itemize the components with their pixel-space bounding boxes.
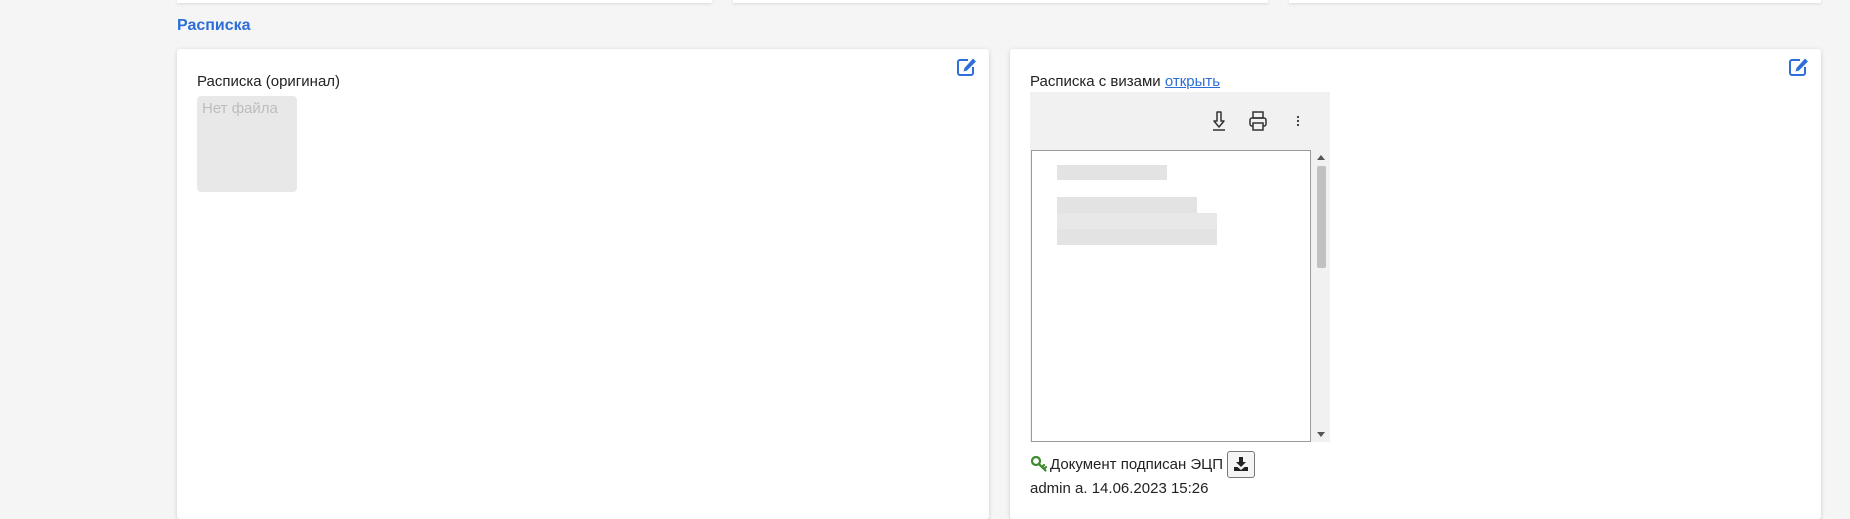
receipt-original-card: Расписка (оригинал) Нет файла (177, 49, 989, 519)
signature-download-button[interactable] (1227, 450, 1256, 478)
section-title: Расписка (177, 17, 251, 34)
print-icon[interactable] (1245, 108, 1271, 134)
receipt-visas-card: Расписка с визами открыть Документ подпи… (1010, 49, 1821, 519)
scroll-thumb[interactable] (1317, 166, 1326, 268)
edit-icon[interactable] (1788, 57, 1810, 77)
download-icon[interactable] (1206, 108, 1232, 134)
key-icon (1030, 455, 1048, 472)
signature-status: Документ подписан ЭЦП (1030, 449, 1256, 479)
viewer-scrollbar[interactable] (1313, 150, 1329, 442)
signer-name: admin a. (1030, 480, 1088, 497)
original-label: Расписка (оригинал) (197, 73, 341, 90)
scroll-down-arrow[interactable] (1317, 432, 1325, 437)
viewer-toolbar (1030, 92, 1330, 149)
signature-datetime: 14.06.2023 15:26 (1091, 480, 1209, 497)
top-card-1 (177, 0, 712, 3)
scroll-up-arrow[interactable] (1317, 155, 1325, 160)
blurred-text (1057, 229, 1217, 245)
blurred-text (1057, 197, 1197, 213)
blurred-text (1057, 213, 1217, 229)
top-card-2 (733, 0, 1268, 3)
pdf-viewer (1030, 92, 1330, 442)
more-vertical-icon[interactable] (1285, 108, 1311, 134)
no-file-text: Нет файла (202, 100, 278, 117)
file-placeholder: Нет файла (197, 96, 297, 192)
signature-meta: admin a. 14.06.2023 15:26 (1030, 480, 1209, 497)
open-link[interactable]: открыть (1165, 73, 1220, 90)
edit-icon[interactable] (956, 57, 978, 77)
download-icon (1234, 457, 1249, 471)
visas-label-text: Расписка с визами (1030, 73, 1161, 90)
document-page (1031, 150, 1311, 442)
blurred-text (1057, 165, 1167, 180)
signature-status-text: Документ подписан ЭЦП (1050, 455, 1224, 473)
top-card-3 (1289, 0, 1821, 3)
visas-label: Расписка с визами открыть (1030, 73, 1220, 90)
